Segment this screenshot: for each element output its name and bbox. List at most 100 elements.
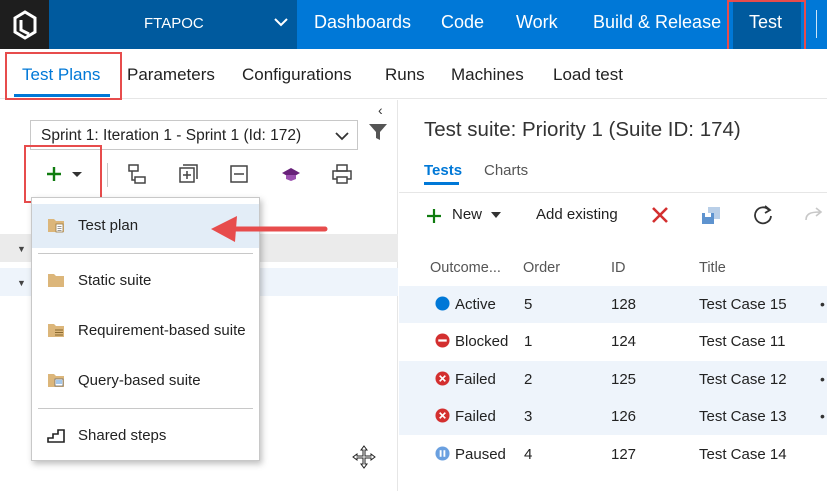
hub-dashboards[interactable]: Dashboards (314, 12, 411, 33)
folder-icon (48, 274, 64, 287)
order-cell: 1 (524, 333, 533, 350)
column-header-id[interactable]: ID (611, 260, 626, 276)
table-row[interactable]: Failed 2 125 Test Case 12 • (399, 361, 827, 398)
chevron-down-icon[interactable] (70, 163, 84, 185)
refresh-icon[interactable] (752, 204, 774, 226)
new-button[interactable]: New (452, 206, 482, 223)
id-cell: 127 (611, 446, 637, 463)
table-row[interactable]: Active 5 128 Test Case 15 • (399, 286, 827, 323)
tab-parameters[interactable]: Parameters (127, 65, 215, 85)
more-options-icon[interactable]: • (820, 371, 825, 387)
collapse-pane-icon[interactable]: ‹ (378, 102, 383, 118)
id-cell: 124 (611, 333, 637, 350)
column-header-order[interactable]: Order (523, 260, 560, 276)
tab-load-test[interactable]: Load test (553, 65, 623, 85)
save-order-icon[interactable] (701, 205, 721, 225)
sub-navigation: Test Plans Parameters Configurations Run… (0, 49, 827, 99)
plus-icon[interactable] (43, 163, 65, 185)
test-plan-dropdown-value: Sprint 1: Iteration 1 - Sprint 1 (Id: 17… (41, 127, 302, 144)
query-suite-icon (48, 374, 64, 387)
menu-divider (38, 253, 253, 254)
outcome-cell: Active (455, 296, 496, 313)
requirement-suite-icon (48, 324, 64, 337)
menu-item-label: Shared steps (78, 427, 167, 444)
title-cell[interactable]: Test Case 15 (699, 296, 787, 313)
annotation-arrow-icon (211, 216, 328, 242)
title-cell[interactable]: Test Case 14 (699, 446, 787, 463)
menu-item-label: Query-based suite (78, 372, 201, 389)
suite-title: Test suite: Priority 1 (Suite ID: 174) (424, 118, 741, 141)
menu-divider (38, 408, 253, 409)
toolbar-divider (399, 192, 827, 193)
menu-item-label: Test plan (78, 217, 139, 234)
outcome-cell: Paused (455, 446, 506, 463)
hub-test[interactable]: Test (749, 12, 782, 33)
outcome-cell: Failed (455, 408, 496, 425)
shared-steps-icon (47, 429, 65, 443)
filter-icon[interactable] (368, 122, 388, 142)
project-name: FTAPOC (144, 15, 204, 32)
active-tab-underline (424, 182, 459, 185)
hierarchy-icon[interactable] (126, 163, 148, 185)
failed-status-icon (435, 408, 450, 423)
id-cell: 126 (611, 408, 637, 425)
order-cell: 2 (524, 371, 533, 388)
project-selector[interactable]: FTAPOC (49, 0, 297, 49)
tree-expand-icon[interactable]: ▼ (17, 278, 26, 288)
outcome-cell: Blocked (455, 333, 509, 350)
column-header-title[interactable]: Title (699, 260, 726, 276)
active-tab-underline (14, 94, 110, 97)
expand-all-icon[interactable] (177, 163, 199, 185)
menu-item-label: Requirement-based suite (78, 322, 246, 339)
more-options-icon[interactable]: • (820, 296, 825, 312)
column-header-outcome[interactable]: Outcome... (430, 260, 501, 276)
title-cell[interactable]: Test Case 13 (699, 408, 787, 425)
top-navigation-bar: FTAPOC Dashboards Code Work Build & Rele… (0, 0, 827, 49)
forward-icon (805, 207, 823, 221)
tree-expand-icon[interactable]: ▼ (17, 244, 26, 254)
hat-icon[interactable] (280, 163, 302, 185)
toolbar-divider (107, 163, 108, 187)
tab-charts[interactable]: Charts (484, 162, 528, 179)
menu-item-shared-steps[interactable]: Shared steps (32, 414, 259, 458)
tab-machines[interactable]: Machines (451, 65, 524, 85)
failed-status-icon (435, 371, 450, 386)
order-cell: 5 (524, 296, 533, 313)
plus-icon[interactable] (426, 208, 442, 224)
print-icon[interactable] (331, 163, 353, 185)
chevron-down-icon[interactable] (490, 211, 502, 219)
hub-build-release[interactable]: Build & Release (593, 12, 721, 33)
tab-runs[interactable]: Runs (385, 65, 425, 85)
table-row[interactable]: Failed 3 126 Test Case 13 • (399, 398, 827, 435)
chevron-down-icon (274, 18, 288, 27)
collapse-all-icon[interactable] (228, 163, 250, 185)
test-plan-dropdown[interactable]: Sprint 1: Iteration 1 - Sprint 1 (Id: 17… (30, 120, 358, 150)
menu-item-requirement-suite[interactable]: Requirement-based suite (32, 309, 259, 353)
outcome-cell: Failed (455, 371, 496, 388)
table-row[interactable]: Paused 4 127 Test Case 14 (399, 436, 827, 473)
menu-item-static-suite[interactable]: Static suite (32, 259, 259, 303)
menu-item-query-suite[interactable]: Query-based suite (32, 359, 259, 403)
vsts-logo-icon (13, 9, 36, 40)
remove-icon[interactable] (651, 206, 669, 224)
paused-status-icon (435, 446, 450, 461)
vsts-logo[interactable] (0, 0, 49, 49)
table-row[interactable]: Blocked 1 124 Test Case 11 (399, 323, 827, 360)
hub-work[interactable]: Work (516, 12, 558, 33)
tab-tests[interactable]: Tests (424, 162, 462, 179)
hub-divider (816, 10, 817, 38)
order-cell: 4 (524, 446, 533, 463)
order-cell: 3 (524, 408, 533, 425)
tab-test-plans[interactable]: Test Plans (22, 65, 100, 85)
move-cursor-icon (352, 445, 376, 469)
title-cell[interactable]: Test Case 12 (699, 371, 787, 388)
more-options-icon[interactable]: • (820, 408, 825, 424)
title-cell[interactable]: Test Case 11 (699, 333, 785, 350)
tab-configurations[interactable]: Configurations (242, 65, 352, 85)
menu-item-label: Static suite (78, 272, 152, 289)
blocked-status-icon (435, 333, 450, 348)
id-cell: 128 (611, 296, 637, 313)
test-plan-icon (48, 219, 64, 233)
hub-code[interactable]: Code (441, 12, 484, 33)
add-existing-button[interactable]: Add existing (536, 206, 618, 223)
